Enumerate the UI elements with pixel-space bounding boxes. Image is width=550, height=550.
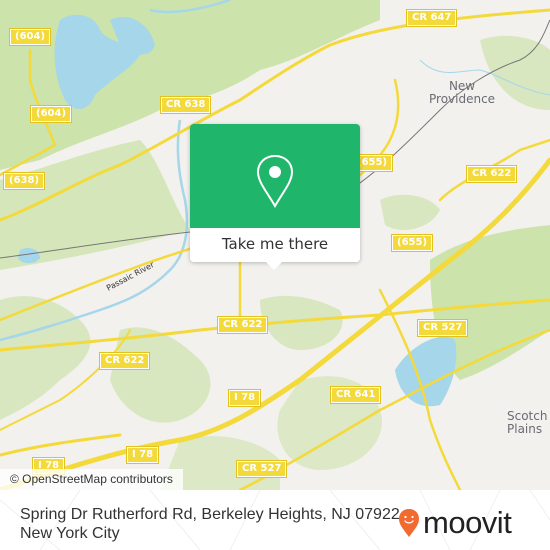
location-pin-icon <box>256 154 294 209</box>
place-label-scotch-plains: Scotch Plains <box>507 409 548 436</box>
place-label-new-providence: New Providence <box>429 79 496 106</box>
popup-header <box>190 124 360 228</box>
popup-pointer <box>266 262 282 270</box>
road-shield-cr527: CR 527 <box>235 460 288 478</box>
road-shield-655: (655) <box>390 234 434 252</box>
map-attribution[interactable]: © OpenStreetMap contributors <box>0 469 183 490</box>
road-shield-604: (604) <box>8 28 52 46</box>
road-shield-cr527: CR 527 <box>416 319 469 337</box>
road-shield-604: (604) <box>29 105 73 123</box>
road-shield-cr622: CR 622 <box>216 316 269 334</box>
road-shield-cr647: CR 647 <box>405 9 458 27</box>
map[interactable]: CR 647 (604) (604) CR 638 (638) (655) CR… <box>0 0 550 490</box>
road-shield-i78: I 78 <box>227 389 262 407</box>
moovit-wordmark: moovit <box>423 505 512 540</box>
road-shield-cr622: CR 622 <box>98 352 151 370</box>
road-shield-cr622: CR 622 <box>465 165 518 183</box>
location-popup: Take me there <box>190 124 360 270</box>
take-me-there-button[interactable]: Take me there <box>190 228 360 262</box>
moovit-logo[interactable]: moovit <box>398 505 512 540</box>
moovit-pin-icon <box>399 509 419 537</box>
road-shield-i78: I 78 <box>125 446 160 464</box>
road-shield-cr638: CR 638 <box>159 96 212 114</box>
address-text: Spring Dr Rutherford Rd, Berkeley Height… <box>20 506 405 542</box>
road-shield-638: (638) <box>2 172 46 190</box>
road-shield-cr641: CR 641 <box>329 386 382 404</box>
